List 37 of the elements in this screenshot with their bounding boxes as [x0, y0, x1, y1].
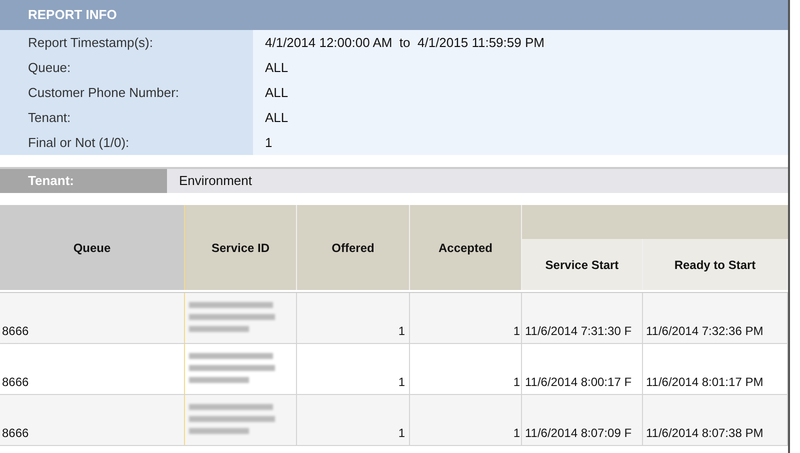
table-cell: 11/6/2014 8:00:17 F: [522, 344, 643, 394]
table-cell: 8666: [0, 344, 185, 394]
table-cell: 1: [297, 344, 410, 394]
table-cell: 8666: [0, 395, 185, 445]
table-cell: 11/6/2014 8:07:09 F: [522, 395, 643, 445]
table-cell: 11/6/2014 8:07:38 PM: [643, 395, 788, 445]
field-value: ALL: [253, 55, 788, 80]
field-label: Queue:: [0, 55, 253, 80]
column-header: Offered: [297, 205, 410, 290]
field-label: Tenant:: [0, 105, 253, 130]
field-label: Customer Phone Number:: [0, 80, 253, 105]
table-cell: 11/6/2014 7:31:30 F: [522, 293, 643, 343]
table-cell: 1: [297, 395, 410, 445]
redacted-text: [189, 326, 249, 332]
table-cell: 8666: [0, 293, 185, 343]
field-value: ALL: [253, 80, 788, 105]
redacted-text: [189, 428, 249, 434]
field-value: ALL: [253, 105, 788, 130]
column-header: Service Start: [522, 239, 643, 290]
table-cell: 1: [410, 344, 522, 394]
column-header: Queue: [0, 205, 185, 290]
column-header: Ready to Start: [643, 239, 788, 290]
field-value: 4/1/2014 12:00:00 AM to 4/1/2015 11:59:59 PM: [253, 30, 788, 55]
field-value: 1: [253, 130, 788, 155]
table-cell: 1: [297, 293, 410, 343]
field-label: Report Timestamp(s):: [0, 30, 253, 55]
table-cell: 1: [410, 293, 522, 343]
table-cell: 11/6/2014 7:32:36 PM: [643, 293, 788, 343]
redacted-text: [189, 376, 249, 382]
table-cell: 1: [410, 395, 522, 445]
column-header: Service ID: [185, 205, 297, 290]
column-header: Accepted: [410, 205, 522, 290]
section-header: REPORT INFO: [0, 0, 788, 30]
tenant-value: Environment: [167, 169, 788, 193]
field-label: Final or Not (1/0):: [0, 130, 253, 155]
tenant-label: Tenant:: [0, 169, 167, 193]
table-cell: 11/6/2014 8:01:17 PM: [643, 344, 788, 394]
